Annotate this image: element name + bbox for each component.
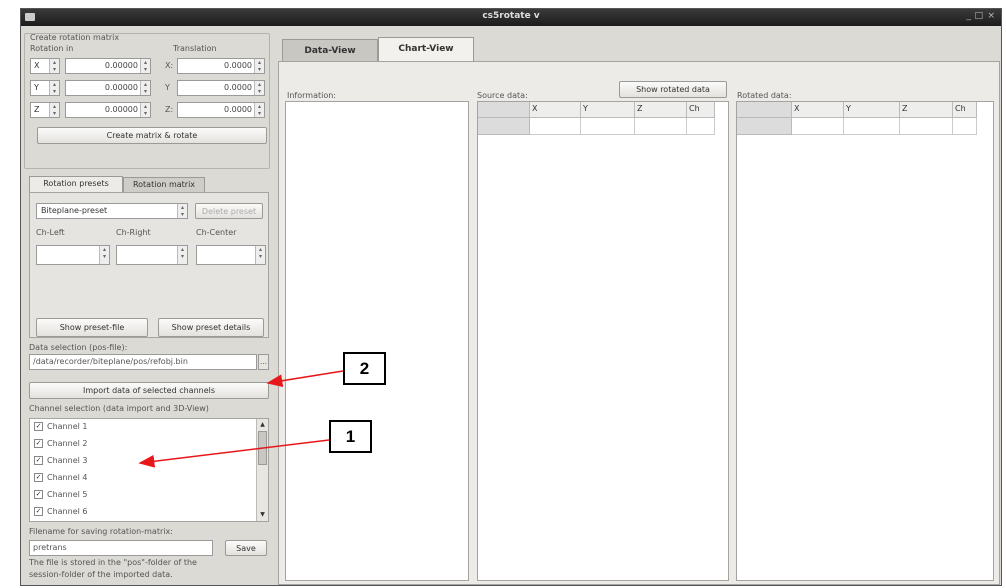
callout-box-2: 2: [343, 352, 386, 385]
annotation-arrows: [138, 370, 344, 468]
arrow-to-channel-list: [138, 439, 330, 468]
callout-box-1: 1: [329, 420, 372, 453]
arrow-to-import-button: [266, 370, 344, 388]
